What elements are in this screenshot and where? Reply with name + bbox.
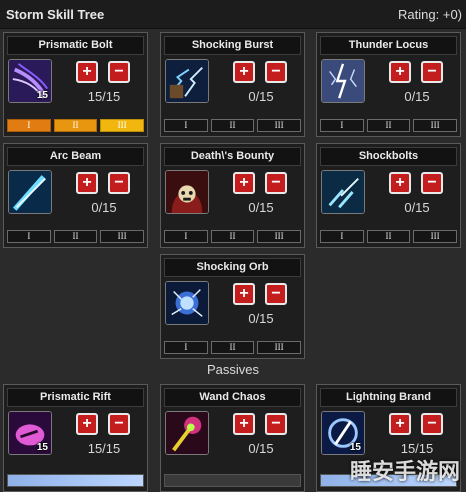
shockbolts-icon[interactable] xyxy=(321,170,365,214)
rank-3-button[interactable]: III xyxy=(100,230,145,243)
rank-3-button[interactable]: III xyxy=(413,119,458,132)
watermark-logo: 睡安手游网 xyxy=(349,460,460,485)
skill-points: 0/15 xyxy=(91,200,117,215)
passive-progress-fill xyxy=(8,475,143,486)
rank-1-button[interactable]: I xyxy=(320,119,364,132)
rating-readout: Rating: +0) xyxy=(398,7,462,22)
remove-point-button[interactable]: − xyxy=(421,61,443,83)
remove-point-button[interactable]: − xyxy=(265,172,287,194)
skill-card-arc-beam: Arc Beam + − 0/15 I II III xyxy=(3,143,148,248)
skill-points: 0/15 xyxy=(248,89,274,104)
rank-row: I II III xyxy=(7,119,145,132)
passive-name: Lightning Brand xyxy=(320,388,457,407)
page-title: Storm Skill Tree xyxy=(6,7,105,22)
arc-beam-icon[interactable] xyxy=(8,170,52,214)
passive-name: Wand Chaos xyxy=(164,388,301,407)
rank-3-button[interactable]: III xyxy=(257,230,302,243)
skill-points: 0/15 xyxy=(404,89,430,104)
remove-point-button[interactable]: − xyxy=(421,172,443,194)
passive-points: 0/15 xyxy=(248,441,274,456)
add-point-button[interactable]: + xyxy=(389,413,411,435)
add-point-button[interactable]: + xyxy=(233,413,255,435)
skill-card-shocking-orb: Shocking Orb + − 0/15 I II III xyxy=(160,254,305,359)
skill-name: Death\'s Bounty xyxy=(164,147,301,166)
skill-card-shocking-burst: Shocking Burst + − 0/15 I II III xyxy=(160,32,305,137)
rank-row: I II III xyxy=(7,230,145,243)
header-bar: Storm Skill Tree Rating: +0) xyxy=(0,0,466,29)
rank-row: I II III xyxy=(320,119,458,132)
rank-1-button[interactable]: I xyxy=(7,230,51,243)
skill-card-deaths-bounty: Death\'s Bounty + − 0/15 I II III xyxy=(160,143,305,248)
skill-card-prismatic-bolt: Prismatic Bolt 15 + − 15/15 I II III xyxy=(3,32,148,137)
wand-chaos-icon[interactable] xyxy=(165,411,209,455)
rank-2-button[interactable]: II xyxy=(53,230,98,243)
passive-name: Prismatic Rift xyxy=(7,388,144,407)
skill-points: 15/15 xyxy=(87,89,121,104)
passive-card-prismatic-rift: Prismatic Rift 15 + − 15/15 xyxy=(3,384,148,492)
add-point-button[interactable]: + xyxy=(389,172,411,194)
level-badge: 15 xyxy=(36,90,48,101)
remove-point-button[interactable]: − xyxy=(265,283,287,305)
remove-point-button[interactable]: − xyxy=(421,413,443,435)
rank-3-button[interactable]: III xyxy=(257,119,302,132)
rank-row: I II III xyxy=(164,230,302,243)
thunder-locus-icon[interactable] xyxy=(321,59,365,103)
skill-points: 0/15 xyxy=(248,200,274,215)
rank-1-button[interactable]: I xyxy=(320,230,364,243)
skill-card-thunder-locus: Thunder Locus + − 0/15 I II III xyxy=(316,32,461,137)
remove-point-button[interactable]: − xyxy=(108,413,130,435)
shocking-orb-icon[interactable] xyxy=(165,281,209,325)
prismatic-rift-icon[interactable]: 15 xyxy=(8,411,52,455)
skill-name: Shocking Orb xyxy=(164,258,301,277)
passive-card-wand-chaos: Wand Chaos + − 0/15 xyxy=(160,384,305,492)
skill-name: Prismatic Bolt xyxy=(7,36,144,55)
rank-1-button[interactable]: I xyxy=(7,119,51,132)
rank-3-button[interactable]: III xyxy=(100,119,145,132)
add-point-button[interactable]: + xyxy=(389,61,411,83)
shocking-burst-icon[interactable] xyxy=(165,59,209,103)
add-point-button[interactable]: + xyxy=(233,172,255,194)
add-point-button[interactable]: + xyxy=(76,172,98,194)
deaths-bounty-icon[interactable] xyxy=(165,170,209,214)
skill-points: 0/15 xyxy=(404,200,430,215)
skill-name: Thunder Locus xyxy=(320,36,457,55)
skill-name: Shockbolts xyxy=(320,147,457,166)
rank-row: I II III xyxy=(164,341,302,354)
rank-3-button[interactable]: III xyxy=(257,341,302,354)
remove-point-button[interactable]: − xyxy=(108,61,130,83)
remove-point-button[interactable]: − xyxy=(108,172,130,194)
rank-2-button[interactable]: II xyxy=(366,119,411,132)
rank-1-button[interactable]: I xyxy=(164,119,208,132)
remove-point-button[interactable]: − xyxy=(265,61,287,83)
passives-heading: Passives xyxy=(206,362,260,377)
add-point-button[interactable]: + xyxy=(76,61,98,83)
rank-2-button[interactable]: II xyxy=(210,119,255,132)
passive-points: 15/15 xyxy=(87,441,121,456)
passive-progress-bar xyxy=(164,474,301,487)
add-point-button[interactable]: + xyxy=(76,413,98,435)
rank-3-button[interactable]: III xyxy=(413,230,458,243)
rank-row: I II III xyxy=(320,230,458,243)
rank-1-button[interactable]: I xyxy=(164,341,208,354)
rank-row: I II III xyxy=(164,119,302,132)
add-point-button[interactable]: + xyxy=(233,283,255,305)
skill-name: Shocking Burst xyxy=(164,36,301,55)
rank-2-button[interactable]: II xyxy=(210,341,255,354)
skill-points: 0/15 xyxy=(248,311,274,326)
lightning-brand-icon[interactable]: 15 xyxy=(321,411,365,455)
passive-progress-bar xyxy=(7,474,144,487)
remove-point-button[interactable]: − xyxy=(265,413,287,435)
rank-1-button[interactable]: I xyxy=(164,230,208,243)
rank-2-button[interactable]: II xyxy=(210,230,255,243)
rank-2-button[interactable]: II xyxy=(53,119,98,132)
prismatic-bolt-icon[interactable]: 15 xyxy=(8,59,52,103)
level-badge: 15 xyxy=(349,442,361,453)
add-point-button[interactable]: + xyxy=(233,61,255,83)
level-badge: 15 xyxy=(36,442,48,453)
rank-2-button[interactable]: II xyxy=(366,230,411,243)
skill-card-shockbolts: Shockbolts + − 0/15 I II III xyxy=(316,143,461,248)
skill-name: Arc Beam xyxy=(7,147,144,166)
